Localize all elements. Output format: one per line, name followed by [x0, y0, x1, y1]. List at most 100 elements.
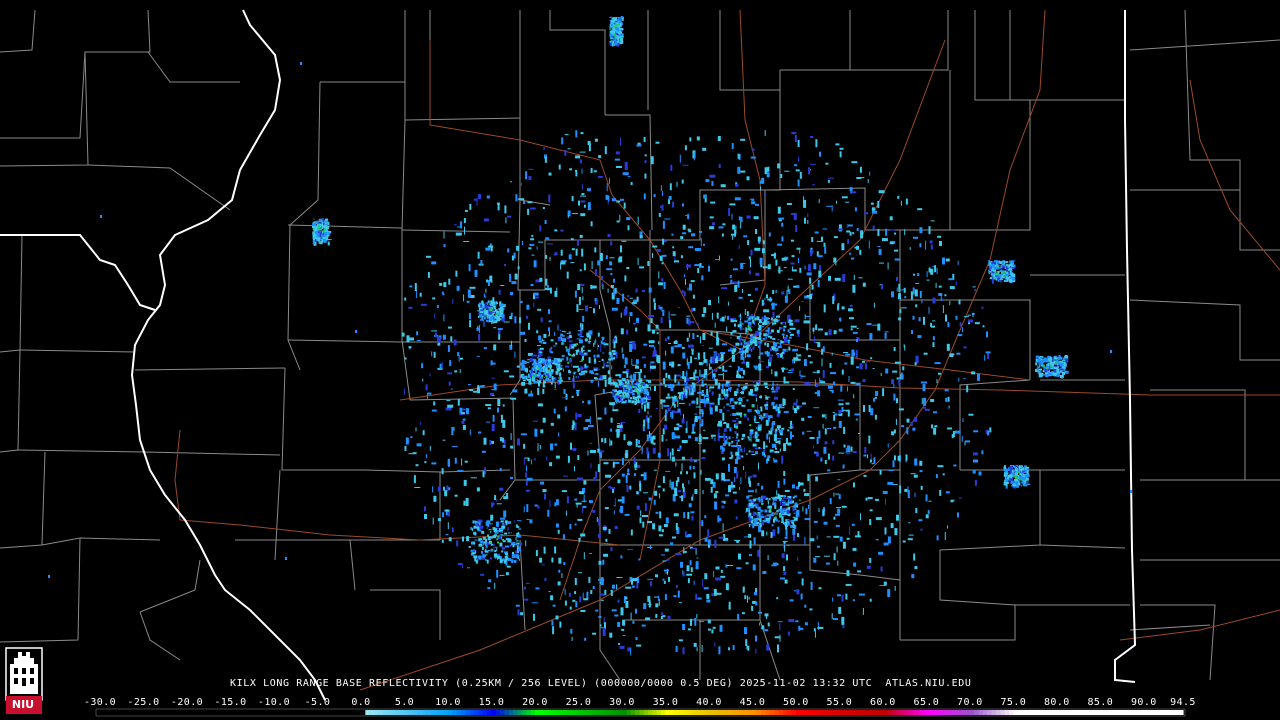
echo-pixel	[767, 555, 769, 561]
echo-pixel	[1010, 480, 1014, 484]
echo-pixel	[1011, 267, 1015, 269]
echo-pixel	[971, 371, 976, 375]
echo-pixel	[910, 422, 913, 426]
echo-pixel	[485, 550, 489, 553]
echo-pixel	[526, 477, 533, 481]
colorbar-tick-label: 20.0	[522, 697, 548, 708]
echo-pixel	[935, 282, 937, 288]
colorbar-segment	[891, 710, 897, 715]
echo-pixel	[717, 398, 720, 405]
echo-pixel	[827, 179, 830, 183]
echo-pixel	[649, 431, 650, 438]
echo-pixel	[748, 450, 751, 453]
echo-pixel	[853, 274, 855, 280]
echo-pixel	[687, 628, 691, 631]
echo-pixel	[561, 490, 567, 493]
echo-pixel	[667, 448, 670, 457]
echo-pixel	[746, 399, 749, 402]
echo-pixel	[632, 322, 636, 325]
echo-pixel	[773, 342, 777, 347]
colorbar-segment	[587, 710, 593, 715]
echo-pixel	[558, 164, 561, 170]
echo-pixel	[497, 328, 503, 331]
echo-pixel	[962, 418, 964, 423]
echo-pixel	[474, 269, 478, 277]
echo-pixel	[798, 499, 801, 501]
echo-pixel	[556, 364, 559, 368]
echo-pixel	[724, 396, 728, 400]
echo-pixel	[625, 586, 632, 589]
echo-pixel	[597, 332, 600, 337]
echo-pixel	[604, 507, 609, 510]
echo-pixel	[658, 595, 659, 601]
echo-pixel	[613, 337, 616, 341]
echo-pixel	[644, 503, 647, 512]
echo-pixel	[613, 288, 616, 296]
echo-pixel	[504, 264, 506, 266]
echo-pixel	[852, 232, 855, 235]
echo-pixel	[842, 541, 846, 549]
echo-pixel	[739, 322, 741, 324]
colorbar-segment	[691, 710, 697, 715]
echo-pixel	[565, 348, 570, 352]
echo-pixel	[479, 525, 484, 529]
echo-pixel	[614, 614, 619, 617]
echo-pixel	[643, 387, 645, 390]
echo-pixel	[582, 367, 588, 369]
echo-pixel	[578, 339, 583, 344]
echo-pixel	[681, 179, 684, 184]
echo-pixel	[699, 230, 703, 233]
echo-pixel	[514, 273, 518, 280]
echo-pixel	[657, 452, 661, 458]
colorbar-segment	[513, 710, 519, 715]
echo-pixel	[554, 443, 558, 446]
echo-pixel	[626, 450, 628, 454]
echo-pixel	[688, 388, 691, 396]
echo-pixel	[544, 368, 546, 372]
echo-pixel	[415, 290, 417, 298]
echo-pixel	[746, 453, 748, 455]
echo-pixel	[814, 630, 816, 638]
echo-pixel	[827, 453, 830, 460]
echo-pixel	[548, 194, 551, 203]
echo-pixel	[317, 232, 320, 236]
echo-pixel	[621, 401, 626, 404]
echo-pixel	[787, 442, 792, 446]
echo-pixel	[772, 383, 775, 386]
echo-pixel	[590, 463, 592, 469]
radar-reflectivity-echoes	[48, 16, 1132, 656]
echo-pixel	[602, 526, 607, 530]
echo-pixel	[709, 386, 715, 389]
echo-pixel	[755, 524, 758, 526]
echo-pixel	[852, 599, 855, 602]
echo-pixel	[636, 582, 639, 589]
echo-pixel	[403, 388, 405, 395]
echo-pixel	[761, 316, 765, 321]
echo-pixel	[595, 609, 599, 612]
echo-pixel	[787, 372, 793, 373]
colorbar-segment	[360, 710, 366, 715]
echo-pixel	[674, 435, 681, 439]
echo-pixel	[754, 317, 757, 321]
echo-pixel	[841, 407, 844, 412]
echo-pixel	[630, 380, 632, 382]
echo-pixel	[815, 476, 818, 481]
echo-pixel	[783, 443, 787, 452]
echo-pixel	[1013, 465, 1016, 469]
echo-pixel	[757, 424, 762, 427]
echo-pixel	[849, 526, 851, 535]
echo-pixel	[682, 624, 686, 630]
echo-pixel	[670, 412, 672, 417]
colorbar-segment	[634, 710, 640, 715]
echo-pixel	[777, 480, 780, 488]
echo-pixel	[580, 372, 584, 375]
echo-pixel	[701, 345, 704, 347]
echo-pixel	[828, 177, 834, 179]
echo-pixel	[746, 316, 749, 318]
echo-pixel	[658, 341, 660, 345]
echo-pixel	[485, 247, 491, 251]
echo-pixel	[878, 248, 882, 255]
echo-pixel	[708, 347, 713, 349]
echo-pixel	[808, 167, 811, 175]
echo-pixel	[544, 220, 547, 224]
